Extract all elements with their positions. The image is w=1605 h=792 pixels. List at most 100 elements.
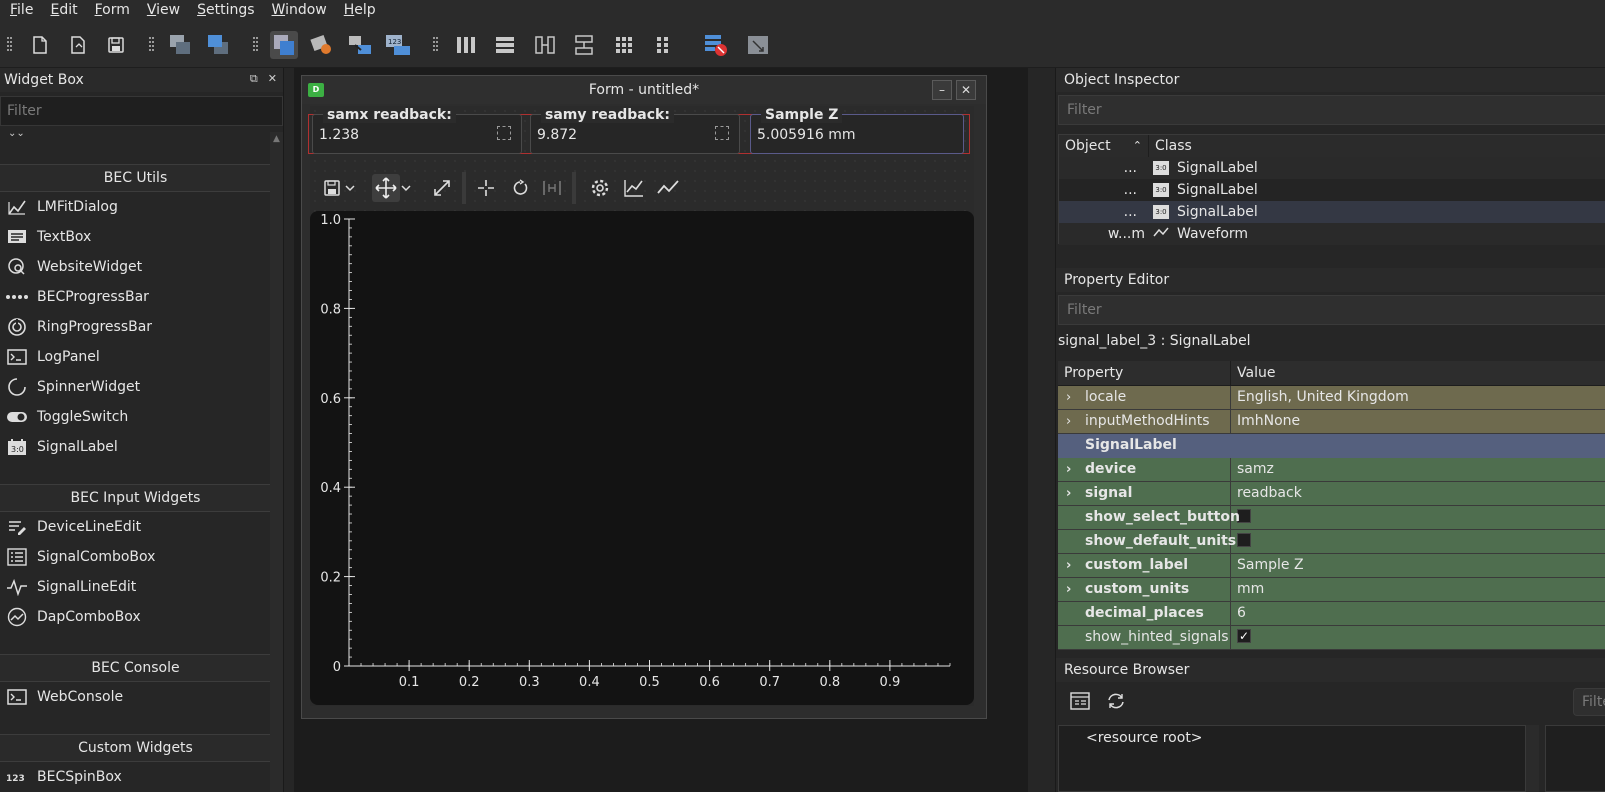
waveform-plot[interactable]: 0 0.2 0.4 0.6 0.8 1.0 0.1 0.2 0.3 0.4 0.5 0.6 0.7 0.8…	[310, 211, 974, 705]
toolbar-grip-icon[interactable]	[149, 37, 155, 55]
column-header-object[interactable]: Object ⌃	[1059, 135, 1149, 157]
chevron-right-icon[interactable]: ›	[1066, 482, 1071, 505]
property-row-custom-label[interactable]: › custom_label Sample Z	[1058, 554, 1605, 578]
widget-item-spinnerwidget[interactable]: SpinnerWidget	[0, 372, 271, 402]
widget-item-signallabel[interactable]: 3:0 SignalLabel	[0, 432, 271, 462]
widget-item-signallineedit[interactable]: SignalLineEdit	[0, 572, 271, 602]
widget-item-devicelineedit[interactable]: DeviceLineEdit	[0, 512, 271, 542]
menu-file[interactable]: File	[0, 0, 40, 22]
scroll-up-icon[interactable]: ▲	[270, 134, 283, 144]
column-header-property[interactable]: Property	[1058, 361, 1231, 385]
widget-item-signalcombobox[interactable]: SignalComboBox	[0, 542, 271, 572]
crosshair-icon[interactable]	[472, 174, 500, 202]
menu-window[interactable]: Window	[262, 0, 334, 22]
property-row-show-default-units[interactable]: show_default_units	[1058, 530, 1605, 554]
form-title-bar[interactable]: D Form - untitled* – ✕	[302, 76, 986, 104]
menu-edit[interactable]: Edit	[40, 0, 84, 22]
form-canvas[interactable]: samx readback: 1.238 samy readback: 9.87…	[308, 106, 974, 706]
resource-filter-input[interactable]: Filte	[1573, 688, 1605, 716]
property-row-decimal-places[interactable]: decimal_places 6	[1058, 602, 1605, 626]
property-value[interactable]: samz	[1231, 458, 1274, 481]
edit-tab-order-icon[interactable]: 123	[384, 31, 412, 59]
plot-canvas[interactable]: 0 0.2 0.4 0.6 0.8 1.0 0.1 0.2 0.3 0.4 0.5 0.6 0.7 0.8…	[310, 211, 974, 705]
widget-category-header[interactable]: BEC Console	[0, 654, 271, 682]
column-header-class[interactable]: Class	[1149, 135, 1192, 157]
widget-category-header[interactable]: Custom Widgets	[0, 734, 271, 762]
property-row-device[interactable]: › device samz	[1058, 458, 1605, 482]
fit-range-icon[interactable]	[538, 174, 566, 202]
float-dock-icon[interactable]: ⧉	[250, 72, 258, 86]
widget-category-header[interactable]: BEC Input Widgets	[0, 484, 271, 512]
layout-horizontal-splitter-icon[interactable]	[531, 31, 559, 59]
layout-grid-icon[interactable]	[610, 31, 638, 59]
chevron-down-icon[interactable]	[342, 174, 358, 202]
toolbar-grip-icon[interactable]	[253, 37, 259, 55]
widget-item-websitewidget[interactable]: WebsiteWidget	[0, 252, 271, 282]
chevron-right-icon[interactable]: ›	[1066, 578, 1071, 601]
close-dock-icon[interactable]: ✕	[268, 72, 277, 86]
widget-item-becprogressbar[interactable]: BECProgressBar	[0, 282, 271, 312]
tree-row[interactable]: ... 3:0 SignalLabel	[1059, 157, 1605, 179]
checkbox-unchecked[interactable]	[1237, 533, 1251, 547]
widget-item-dapcombobox[interactable]: DapComboBox	[0, 602, 271, 632]
open-form-icon[interactable]	[64, 31, 92, 59]
property-value[interactable]: ImhNone	[1231, 410, 1300, 433]
chevron-right-icon[interactable]: ›	[1066, 458, 1071, 481]
property-value[interactable]: readback	[1231, 482, 1302, 505]
resource-tree[interactable]: <resource root>	[1058, 725, 1526, 792]
signal-label-samx[interactable]: samx readback: 1.238	[312, 107, 522, 154]
edit-buddies-icon[interactable]	[346, 31, 374, 59]
curve-settings-icon[interactable]	[620, 174, 648, 202]
select-signal-icon[interactable]	[715, 126, 729, 140]
signal-label-samz[interactable]: Sample Z 5.005916 mm	[750, 107, 964, 154]
pan-icon[interactable]	[372, 174, 400, 202]
form-window[interactable]: D Form - untitled* – ✕ samx readback: 1.…	[301, 75, 987, 719]
menu-view[interactable]: View	[137, 0, 187, 22]
layout-vertical-icon[interactable]	[491, 31, 519, 59]
expand-icon[interactable]	[428, 174, 456, 202]
edit-signals-slots-icon[interactable]	[308, 31, 336, 59]
chevron-right-icon[interactable]: ›	[1066, 410, 1071, 433]
widget-item-ringprogressbar[interactable]: RingProgressBar	[0, 312, 271, 342]
chevron-down-icon[interactable]	[398, 174, 414, 202]
gear-icon[interactable]	[586, 174, 614, 202]
chevron-right-icon[interactable]: ›	[1066, 554, 1071, 577]
line-chart-icon[interactable]	[654, 174, 682, 202]
object-inspector-tree[interactable]: Object ⌃ Class ... 3:0 SignalLabel ... 3:…	[1058, 134, 1605, 245]
layout-horizontal-icon[interactable]	[452, 31, 480, 59]
edit-widgets-icon[interactable]	[270, 31, 298, 59]
property-table[interactable]: Property Value › locale English, United K…	[1058, 361, 1605, 650]
adjust-size-icon[interactable]	[744, 31, 772, 59]
property-row-custom-units[interactable]: › custom_units mm	[1058, 578, 1605, 602]
layout-vertical-splitter-icon[interactable]	[570, 31, 598, 59]
edit-resources-icon[interactable]	[1066, 688, 1094, 714]
property-row-show-hinted-signals[interactable]: show_hinted_signals ✓	[1058, 626, 1605, 650]
widget-item-logpanel[interactable]: LogPanel	[0, 342, 271, 372]
menu-form[interactable]: Form	[85, 0, 137, 22]
resource-list[interactable]	[1545, 725, 1605, 792]
property-row-signal[interactable]: › signal readback	[1058, 482, 1605, 506]
property-value[interactable]: mm	[1231, 578, 1264, 601]
widget-item-webconsole[interactable]: WebConsole	[0, 682, 271, 712]
widget-item-textbox[interactable]: TextBox	[0, 222, 271, 252]
select-signal-icon[interactable]	[497, 126, 511, 140]
toolbar-grip-icon[interactable]	[7, 37, 13, 55]
reload-icon[interactable]	[1102, 688, 1130, 714]
resource-tree-scrollbar[interactable]	[1526, 725, 1539, 792]
object-inspector-filter-input[interactable]: Filter	[1058, 95, 1605, 125]
minimize-icon[interactable]: –	[932, 80, 952, 100]
checkbox-checked[interactable]: ✓	[1237, 629, 1251, 643]
tree-row-selected[interactable]: ... 3:0 SignalLabel	[1059, 201, 1605, 223]
layout-form-icon[interactable]	[649, 31, 677, 59]
signal-label-samy[interactable]: samy readback: 9.872	[530, 107, 740, 154]
chevron-right-icon[interactable]: ›	[1066, 386, 1071, 409]
property-row-locale[interactable]: › locale English, United Kingdom	[1058, 386, 1605, 410]
toolbar-grip-icon[interactable]	[433, 37, 439, 55]
widget-box-scrollbar[interactable]: ▲	[270, 132, 283, 792]
column-header-value[interactable]: Value	[1231, 361, 1275, 385]
property-group-signallabel[interactable]: SignalLabel	[1058, 434, 1605, 458]
menu-settings[interactable]: Settings	[187, 0, 261, 22]
widget-box-filter-input[interactable]: Filter	[0, 96, 283, 126]
tree-row[interactable]: w...m Waveform	[1059, 223, 1605, 245]
widget-category-header[interactable]: BEC Utils	[0, 164, 271, 192]
